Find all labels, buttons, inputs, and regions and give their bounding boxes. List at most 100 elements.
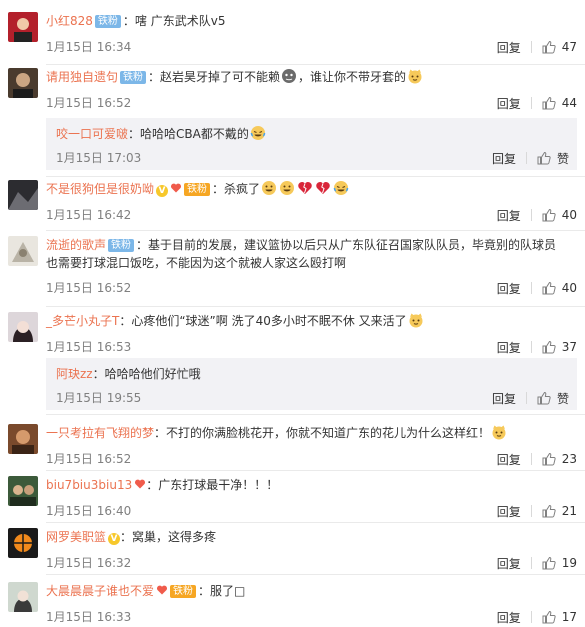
comment-time: 1月15日 16:52 bbox=[46, 96, 132, 110]
comment-text: ：服了□ bbox=[198, 584, 246, 598]
username-link[interactable]: 咬一口可爱啵 bbox=[56, 127, 128, 141]
reply-button[interactable]: 回复 bbox=[497, 280, 521, 297]
avatar[interactable] bbox=[8, 236, 38, 266]
comment-text-cont: ，谁让你不带牙套的 bbox=[298, 70, 407, 84]
emoji-icon bbox=[282, 69, 297, 83]
like-count: 40 bbox=[561, 281, 577, 295]
avatar[interactable] bbox=[8, 12, 38, 42]
reply-button[interactable]: 回复 bbox=[497, 503, 521, 520]
like-label: 赞 bbox=[556, 151, 569, 166]
like-button[interactable]: 赞 bbox=[537, 150, 569, 167]
fan-badge: 铁粉 bbox=[120, 71, 147, 84]
avatar[interactable] bbox=[8, 68, 38, 98]
reply-button[interactable]: 回复 bbox=[497, 609, 521, 626]
thumbs-up-icon bbox=[542, 281, 556, 295]
username-link[interactable]: _多芒小丸子T bbox=[46, 314, 119, 328]
thumbs-up-icon bbox=[542, 96, 556, 110]
grin-emoji-icon bbox=[280, 181, 295, 195]
thumbs-up-icon bbox=[537, 391, 551, 405]
cat-emoji-icon bbox=[408, 69, 422, 84]
like-label: 赞 bbox=[556, 391, 569, 406]
username-link[interactable]: 一只考拉有飞翔的梦 bbox=[46, 426, 154, 440]
reply-text: ：哈哈哈CBA都不戴的 bbox=[128, 127, 249, 141]
heart-icon bbox=[171, 183, 182, 193]
thumbs-up-icon bbox=[542, 452, 556, 466]
comment-time: 1月15日 16:32 bbox=[46, 556, 132, 570]
avatar[interactable] bbox=[8, 312, 38, 342]
thumbs-up-icon bbox=[542, 610, 556, 624]
divider bbox=[530, 41, 532, 53]
row-divider bbox=[46, 574, 585, 575]
username-link[interactable]: 流逝的歌声 bbox=[46, 238, 106, 252]
comment-time: 1月15日 16:40 bbox=[46, 504, 132, 518]
like-count: 21 bbox=[561, 504, 577, 518]
comment-time: 1月15日 16:33 bbox=[46, 610, 132, 624]
username-link[interactable]: biu7biu3biu13 bbox=[46, 478, 132, 492]
thumbs-up-icon bbox=[542, 40, 556, 54]
comment-time: 1月15日 16:52 bbox=[46, 452, 132, 466]
like-count: 17 bbox=[561, 610, 577, 624]
avatar[interactable] bbox=[8, 528, 38, 558]
avatar[interactable] bbox=[8, 424, 38, 454]
comment-text: ：不打的你满脸桃花开，你就不知道广东的花儿为什么这样红！ bbox=[154, 426, 491, 440]
heart-icon bbox=[157, 585, 168, 595]
fan-badge: 铁粉 bbox=[108, 239, 135, 252]
fan-badge: 铁粉 bbox=[184, 183, 211, 196]
thumbs-up-icon bbox=[542, 504, 556, 518]
row-divider bbox=[46, 176, 585, 177]
divider bbox=[530, 557, 532, 569]
avatar[interactable] bbox=[8, 180, 38, 210]
vip-icon: V bbox=[108, 533, 121, 545]
username-link[interactable]: 大晨晨晨子谁也不爱 bbox=[46, 584, 154, 598]
reply-button[interactable]: 回复 bbox=[492, 150, 516, 167]
username-link[interactable]: 小红828 bbox=[46, 14, 93, 28]
laugh-cry-emoji-icon bbox=[333, 181, 349, 195]
divider bbox=[530, 611, 532, 623]
avatar[interactable] bbox=[8, 476, 38, 506]
reply-box: 阿玦zz：哈哈哈他们好忙哦 1月15日 19:55 回复 赞 bbox=[46, 358, 577, 410]
divider bbox=[525, 152, 527, 164]
like-count: 23 bbox=[561, 452, 577, 466]
row-divider bbox=[46, 230, 585, 231]
reply-button[interactable]: 回复 bbox=[497, 39, 521, 56]
like-count: 19 bbox=[561, 556, 577, 570]
reply-button[interactable]: 回复 bbox=[497, 339, 521, 356]
like-button[interactable]: 赞 bbox=[537, 390, 569, 407]
reply-button[interactable]: 回复 bbox=[497, 207, 521, 224]
divider bbox=[530, 453, 532, 465]
like-button[interactable]: 47 bbox=[542, 40, 577, 54]
reply-button[interactable]: 回复 bbox=[497, 95, 521, 112]
avatar[interactable] bbox=[8, 582, 38, 612]
like-button[interactable]: 40 bbox=[542, 281, 577, 295]
username-link[interactable]: 阿玦zz bbox=[56, 367, 93, 381]
like-button[interactable]: 37 bbox=[542, 340, 577, 354]
like-button[interactable]: 44 bbox=[542, 96, 577, 110]
username-link[interactable]: 不是很狗但是很奶呦 bbox=[46, 182, 154, 196]
comment-list: 小红828 铁粉 ：嗐 广东武术队v5 1月15日 16:34 回复 47 请用… bbox=[0, 0, 585, 627]
reply-button[interactable]: 回复 bbox=[497, 451, 521, 468]
broken-heart-icon bbox=[298, 182, 312, 194]
like-button[interactable]: 17 bbox=[542, 610, 577, 624]
username-link[interactable]: 请用独自遗句 bbox=[46, 70, 118, 84]
reply-button[interactable]: 回复 bbox=[492, 390, 516, 407]
username-link[interactable]: 网罗美职篮 bbox=[46, 530, 106, 544]
fan-badge: 铁粉 bbox=[94, 15, 121, 28]
broken-heart-icon bbox=[316, 182, 330, 194]
like-button[interactable]: 21 bbox=[542, 504, 577, 518]
reply-box: 咬一口可爱啵：哈哈哈CBA都不戴的 1月15日 17:03 回复 赞 bbox=[46, 118, 577, 170]
reply-time: 1月15日 17:03 bbox=[56, 151, 142, 165]
like-count: 40 bbox=[561, 208, 577, 222]
reply-button[interactable]: 回复 bbox=[497, 555, 521, 572]
like-button[interactable]: 23 bbox=[542, 452, 577, 466]
divider bbox=[530, 505, 532, 517]
comment-text: ：窝巢，这得多疼 bbox=[120, 530, 217, 544]
row-divider bbox=[46, 306, 585, 307]
divider bbox=[530, 97, 532, 109]
comment-text: ：嗐 广东武术队v5 bbox=[122, 14, 226, 28]
like-button[interactable]: 19 bbox=[542, 556, 577, 570]
cat-emoji-icon bbox=[409, 313, 423, 328]
like-button[interactable]: 40 bbox=[542, 208, 577, 222]
comment-text: ：赵岩昊牙掉了可不能赖 bbox=[148, 70, 281, 84]
cat-emoji-icon bbox=[492, 425, 506, 440]
row-divider bbox=[46, 470, 585, 471]
